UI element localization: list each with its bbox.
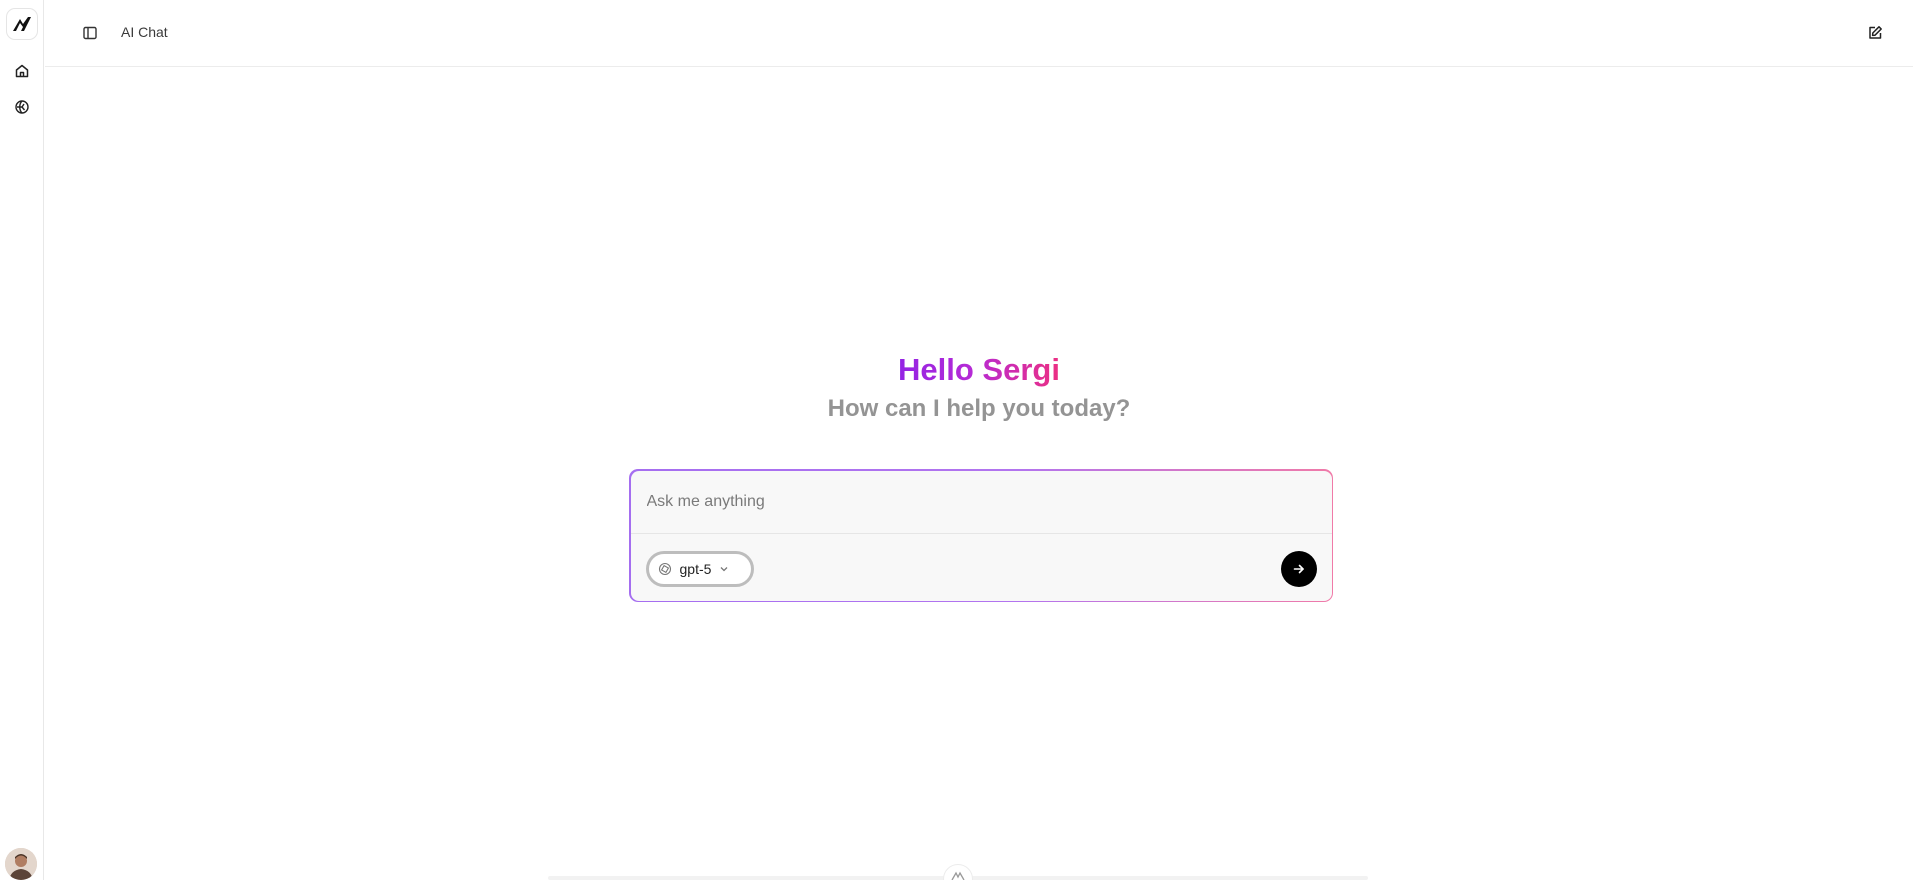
model-label: gpt-5: [679, 560, 712, 577]
openai-icon: [658, 562, 671, 575]
top-header: AI Chat: [45, 0, 1913, 67]
composer-body: gpt-5: [630, 470, 1332, 601]
globe-icon[interactable]: [10, 95, 34, 119]
new-chat-button[interactable]: [1863, 21, 1887, 45]
sidebar-toggle-icon[interactable]: [79, 22, 101, 44]
chat-composer: gpt-5: [629, 469, 1333, 602]
composer-divider: [630, 532, 1332, 534]
bottom-expand-handle[interactable]: [943, 864, 973, 880]
model-selector[interactable]: gpt-5: [645, 550, 754, 587]
left-rail: [0, 0, 44, 880]
home-icon[interactable]: [10, 59, 34, 83]
edit-icon: [1869, 26, 1882, 39]
subgreeting-heading: How can I help you today?: [827, 395, 1131, 422]
page-title: AI Chat: [121, 24, 168, 40]
chevron-down-icon: [720, 566, 728, 571]
arrow-right-icon: [1293, 564, 1304, 573]
send-button[interactable]: [1280, 550, 1317, 587]
avatar[interactable]: [5, 848, 37, 880]
brand-logo-icon[interactable]: [6, 8, 38, 40]
greeting-heading: Hello Sergi: [45, 350, 1913, 390]
prompt-input[interactable]: [630, 470, 1332, 533]
app-root: AI Chat Hello Sergi How can I help you t…: [0, 0, 1913, 880]
greeting-text: Hello Sergi: [898, 352, 1060, 387]
brand-mark-icon: [951, 871, 965, 880]
